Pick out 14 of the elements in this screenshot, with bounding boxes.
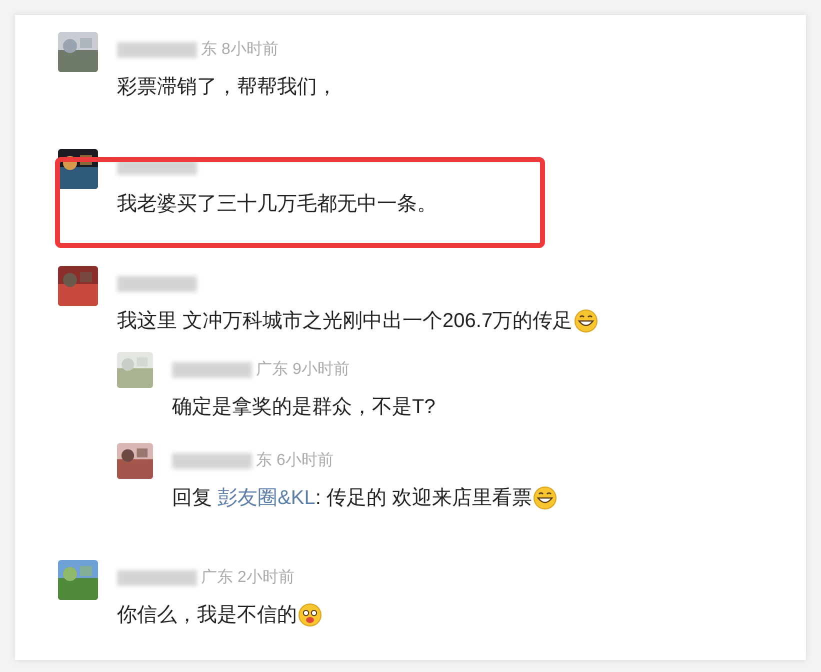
grinning-emoji-icon (533, 486, 558, 510)
comment-meta: 广东 9小时前 (256, 360, 350, 380)
comment-meta: 广东 2小时前 (201, 568, 294, 588)
comment-meta: 东 6小时前 (256, 450, 334, 471)
grinning-emoji-icon (574, 309, 598, 333)
comment-text: 我老婆买了三十几万毛都无中一条。 (117, 192, 437, 217)
comment-text: 彩票滞销了，帮帮我们， (117, 75, 337, 100)
flushed-emoji-icon (298, 603, 322, 627)
comment-text: 我这里 文冲万科城市之光刚中出一个206.7万的传足 (117, 309, 573, 334)
comment-text: 回复 彭友圈&KL: 传足的 欢迎来店里看票 (172, 486, 532, 511)
mention-link[interactable]: 彭友圈&KL (218, 487, 316, 509)
comment-meta: 东 8小时前 (201, 40, 278, 60)
comment-text: 确定是拿奖的是群众，不是T? (172, 395, 436, 420)
comment-text: 你信么，我是不信的 (117, 603, 297, 628)
